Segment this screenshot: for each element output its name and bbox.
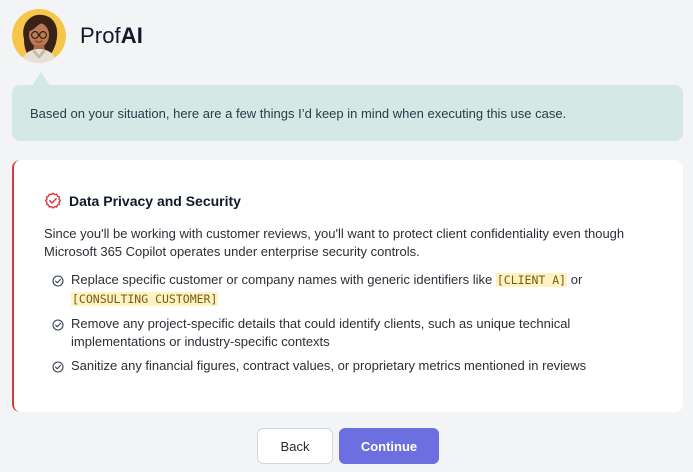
woman-avatar-icon xyxy=(12,9,66,63)
code-chip: [CONSULTING CUSTOMER] xyxy=(71,291,219,306)
speech-bubble-tail xyxy=(32,72,50,86)
check-circle-icon xyxy=(52,274,64,287)
card-title-row: Data Privacy and Security xyxy=(44,192,653,210)
list-item: Remove any project-specific details that… xyxy=(44,315,653,350)
assistant-message-text: Based on your situation, here are a few … xyxy=(30,105,567,121)
brand-logo: ProfAI xyxy=(80,23,143,49)
header: ProfAI xyxy=(12,8,143,64)
brand-prefix: Prof xyxy=(80,23,121,48)
list-item-text: Remove any project-specific details that… xyxy=(71,316,571,349)
item-text-before: Replace specific customer or company nam… xyxy=(71,272,496,287)
privacy-card: Data Privacy and Security Since you'll b… xyxy=(12,160,683,412)
list-item: Sanitize any financial figures, contract… xyxy=(44,357,653,375)
card-intro: Since you'll be working with customer re… xyxy=(44,226,625,259)
assistant-message-bubble: Based on your situation, here are a few … xyxy=(12,85,683,141)
brand-suffix: AI xyxy=(120,23,143,48)
continue-button[interactable]: Continue xyxy=(339,428,439,464)
list-item-text: Sanitize any financial figures, contract… xyxy=(71,358,587,373)
code-chip: [CLIENT A] xyxy=(495,273,568,287)
check-circle-icon xyxy=(52,360,64,373)
shield-check-icon xyxy=(44,192,62,210)
check-circle-icon xyxy=(52,318,64,331)
back-button[interactable]: Back xyxy=(257,428,333,464)
list-item: Replace specific customer or company nam… xyxy=(44,271,653,308)
list-item-text: Replace specific customer or company nam… xyxy=(71,271,651,308)
item-text-middle: or xyxy=(567,272,583,287)
recommendation-list: Replace specific customer or company nam… xyxy=(44,271,653,375)
card-title: Data Privacy and Security xyxy=(69,193,241,209)
